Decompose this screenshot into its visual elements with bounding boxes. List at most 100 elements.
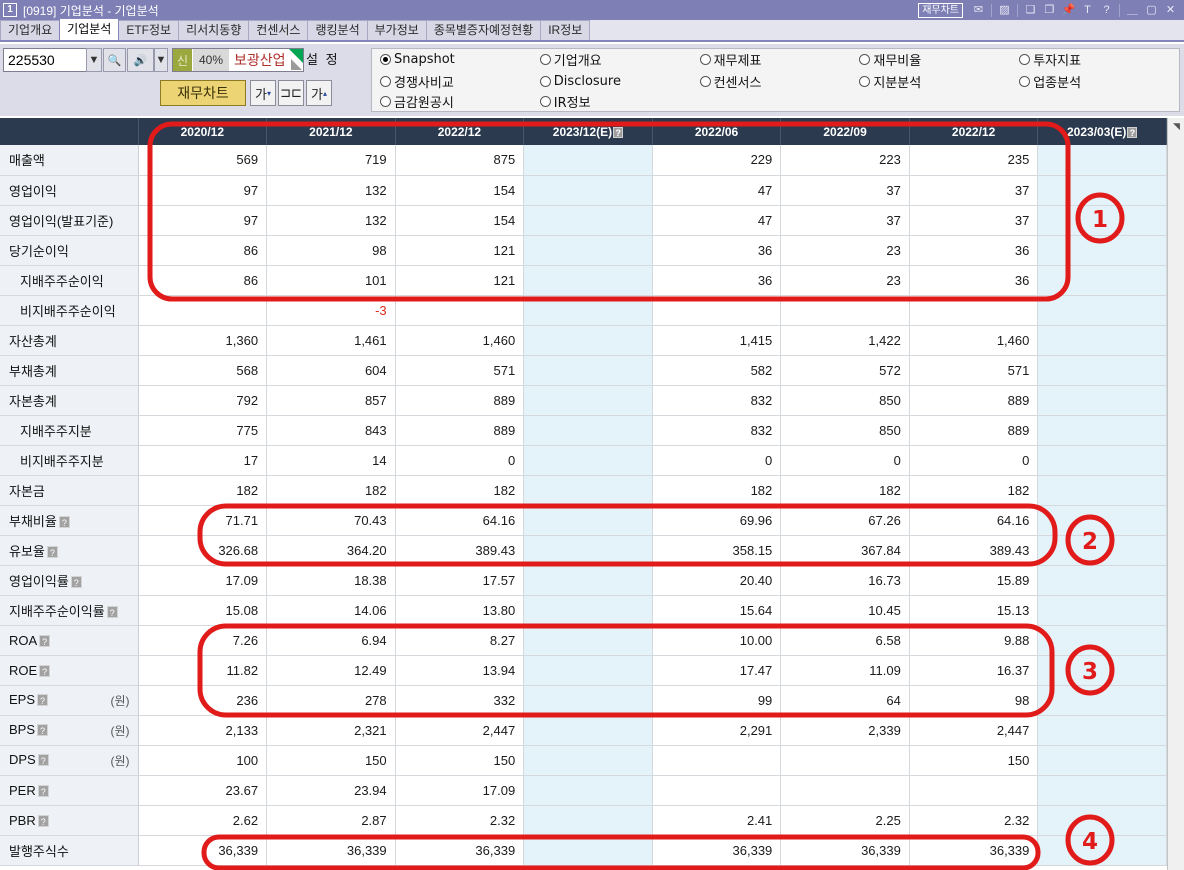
setting-label[interactable]: 설 정 (306, 48, 340, 72)
table-cell (652, 775, 782, 806)
table-cell: 2,291 (652, 715, 782, 746)
table-cell: 236 (138, 685, 268, 716)
table-cell (523, 385, 653, 416)
help-icon[interactable]: ? (613, 126, 624, 138)
row-label-text: 당기순이익 (9, 243, 69, 259)
speaker-icon[interactable]: 🔊 (127, 48, 154, 72)
table-cell: 150 (395, 745, 525, 776)
row-unit-label: (원) (110, 753, 130, 768)
table-cell: 47 (652, 175, 782, 206)
close-icon[interactable]: ✕ (1162, 2, 1179, 18)
table-cell (523, 325, 653, 356)
help-icon[interactable]: ? (70, 576, 82, 589)
help-icon[interactable]: ? (39, 665, 51, 678)
radio-label: 지분분석 (873, 75, 922, 91)
radio-label: Snapshot (394, 52, 455, 68)
font-decrease-icon[interactable]: 가 ▾ (250, 80, 276, 106)
text-icon[interactable]: T (1079, 2, 1096, 18)
help-icon[interactable]: ? (37, 724, 49, 737)
cascade-icon[interactable]: ❐ (1041, 2, 1058, 18)
tab-8[interactable]: IR정보 (540, 20, 591, 40)
help-icon[interactable]: ? (1098, 2, 1115, 18)
minimize-icon[interactable]: ＿ (1124, 2, 1141, 18)
table-cell: 15.08 (138, 595, 268, 626)
pin-icon[interactable]: 📌 (1060, 2, 1077, 18)
table-cell: 9.88 (909, 625, 1039, 656)
radio-투자지표[interactable]: 투자지표 (1019, 50, 1179, 69)
radio-금감원공시[interactable]: 금감원공시 (380, 92, 540, 111)
help-icon[interactable]: ? (37, 694, 49, 707)
table-cell: 13.80 (395, 595, 525, 626)
row-label: 매출액 (0, 145, 139, 176)
chevron-down-icon[interactable]: ▼ (86, 48, 102, 72)
column-header-3: 2022/12 (395, 118, 525, 145)
row-label-text: 영업이익률 (9, 573, 69, 589)
table-cell: 132 (266, 175, 396, 206)
table-cell: 86 (138, 265, 268, 296)
company-name-box[interactable]: 신 40% 보광산업 (172, 48, 304, 72)
tab-5[interactable]: 랭킹분석 (307, 20, 368, 40)
search-icon[interactable]: 🔍 (103, 48, 126, 72)
font-increase-icon[interactable]: 가 ▴ (306, 80, 332, 106)
tab-1[interactable]: 기업분석 (59, 18, 120, 40)
help-icon[interactable]: ? (106, 606, 118, 619)
radio-업종분석[interactable]: 업종분석 (1019, 72, 1179, 91)
help-icon[interactable]: ? (1127, 126, 1138, 138)
fit-width-icon[interactable]: ⊐⊏ (278, 80, 304, 106)
table-cell: 86 (138, 235, 268, 266)
help-icon[interactable]: ? (37, 815, 49, 828)
radio-dot-icon (1019, 54, 1031, 66)
row-label-text: EPS (9, 691, 36, 707)
row-label: EPS? (원) (0, 685, 139, 716)
table-cell: 889 (909, 415, 1039, 446)
radio-snapshot[interactable]: Snapshot (380, 52, 540, 67)
tab-3[interactable]: 리서치동향 (178, 20, 250, 40)
help-icon[interactable]: ? (46, 546, 58, 559)
maximize-icon[interactable]: ▢ (1143, 2, 1160, 18)
row-label: 자본총계 (0, 385, 139, 416)
mail-icon[interactable]: ✉ (970, 2, 987, 18)
radio-재무제표[interactable]: 재무제표 (699, 50, 860, 69)
table-cell: 604 (266, 355, 396, 386)
financial-chart-button[interactable]: 재무차트 (160, 80, 246, 106)
table-cell (523, 715, 653, 746)
radio-ir정보[interactable]: IR정보 (539, 92, 700, 111)
help-icon[interactable]: ? (37, 754, 49, 767)
speaker-dropdown-icon[interactable]: ▼ (154, 48, 168, 72)
help-icon[interactable]: ? (37, 785, 49, 798)
help-icon[interactable]: ? (39, 635, 51, 648)
row-label: DPS? (원) (0, 745, 139, 776)
table-cell: 2.25 (780, 805, 910, 836)
table-row: 비지배주주순이익 -3 (0, 295, 1167, 326)
restore-icon[interactable]: ❏ (1022, 2, 1039, 18)
percent-badge: 40% (193, 49, 229, 71)
tab-4[interactable]: 컨센서스 (248, 20, 309, 40)
table-cell: 889 (395, 385, 525, 416)
table-cell: 36 (909, 265, 1039, 296)
help-icon[interactable]: ? (58, 516, 70, 529)
radio-재무비율[interactable]: 재무비율 (859, 50, 1019, 69)
radio-기업개요[interactable]: 기업개요 (539, 50, 700, 69)
radio-disclosure[interactable]: Disclosure (539, 74, 700, 89)
table-cell: 568 (138, 355, 268, 386)
radio-dot-icon (539, 75, 551, 87)
table-cell: 15.13 (909, 595, 1039, 626)
table-cell: 1,360 (138, 325, 268, 356)
vertical-scrollbar[interactable]: ◥ (1167, 118, 1184, 870)
column-header-4: 2023/12(E)? (523, 118, 653, 145)
chart-icon[interactable]: ▨ (996, 2, 1013, 18)
tab-0[interactable]: 기업개요 (0, 20, 61, 40)
radio-컨센서스[interactable]: 컨센서스 (699, 72, 860, 91)
financial-summary-table: 2020/12 2021/12 2022/12 2023/12(E)? 2022/06 2… (0, 118, 1167, 866)
tab-2[interactable]: ETF정보 (118, 20, 180, 40)
radio-경쟁사비교[interactable]: 경쟁사비교 (380, 72, 540, 91)
table-cell: 47 (652, 205, 782, 236)
tab-7[interactable]: 종목별증자예정현황 (425, 20, 542, 40)
financial-chart-chip[interactable]: 재무차트 (918, 2, 963, 18)
column-header-label: 2022/06 (694, 124, 739, 139)
tab-6[interactable]: 부가정보 (366, 20, 427, 40)
row-unit-label: (원) (110, 723, 130, 738)
stock-code-input[interactable]: 225530 (3, 48, 87, 72)
radio-지분분석[interactable]: 지분분석 (859, 72, 1019, 91)
scroll-up-icon[interactable]: ◥ (1168, 118, 1184, 135)
